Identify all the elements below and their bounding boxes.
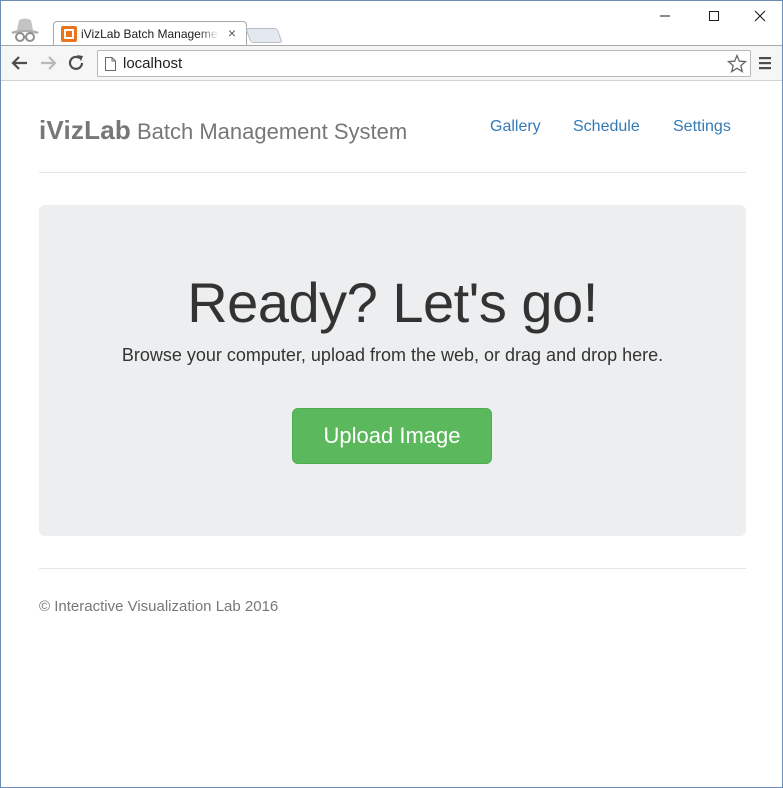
footer-copyright: © Interactive Visualization Lab 2016 — [39, 598, 279, 615]
new-tab-button[interactable] — [245, 28, 283, 43]
nav-link-gallery[interactable]: Gallery — [490, 118, 541, 136]
nav-link-schedule[interactable]: Schedule — [573, 118, 640, 136]
forward-arrow-icon[interactable] — [37, 52, 59, 74]
back-arrow-icon[interactable] — [9, 52, 31, 74]
page-viewport: iVizLab Batch Management System Gallery S… — [1, 82, 782, 787]
site-header: iVizLab Batch Management System Gallery S… — [39, 82, 746, 173]
upload-image-button[interactable]: Upload Image — [292, 408, 492, 464]
site-footer: © Interactive Visualization Lab 2016 — [39, 568, 746, 628]
title-bar: iVizLab Batch Management System × — [1, 1, 782, 47]
close-icon[interactable] — [746, 5, 774, 27]
tab-close-icon[interactable]: × — [225, 26, 239, 40]
xampp-favicon-icon — [61, 26, 77, 42]
tab-title: iVizLab Batch Management System — [81, 27, 219, 41]
browser-toolbar: localhost — [1, 45, 782, 81]
site-brand[interactable]: iVizLab Batch Management System — [39, 115, 407, 146]
nav-link-settings[interactable]: Settings — [673, 118, 731, 136]
hero-lead: Browse your computer, upload from the we… — [121, 345, 664, 365]
upload-dropzone[interactable]: Ready? Let's go! Browse your computer, u… — [39, 205, 746, 536]
browser-window: iVizLab Batch Management System × — [0, 0, 783, 788]
page-icon — [105, 57, 116, 71]
incognito-icon — [11, 18, 39, 42]
reload-icon[interactable] — [65, 52, 87, 74]
hero-title: Ready? Let's go! — [187, 271, 598, 334]
brand-name: iVizLab — [39, 115, 131, 145]
hamburger-menu-icon[interactable] — [756, 54, 774, 72]
star-icon[interactable] — [726, 53, 748, 75]
minimize-icon[interactable] — [651, 5, 679, 27]
url-text[interactable]: localhost — [123, 55, 703, 73]
maximize-icon[interactable] — [700, 5, 728, 27]
brand-subtitle: Batch Management System — [136, 119, 408, 144]
address-bar[interactable]: localhost — [97, 50, 751, 77]
